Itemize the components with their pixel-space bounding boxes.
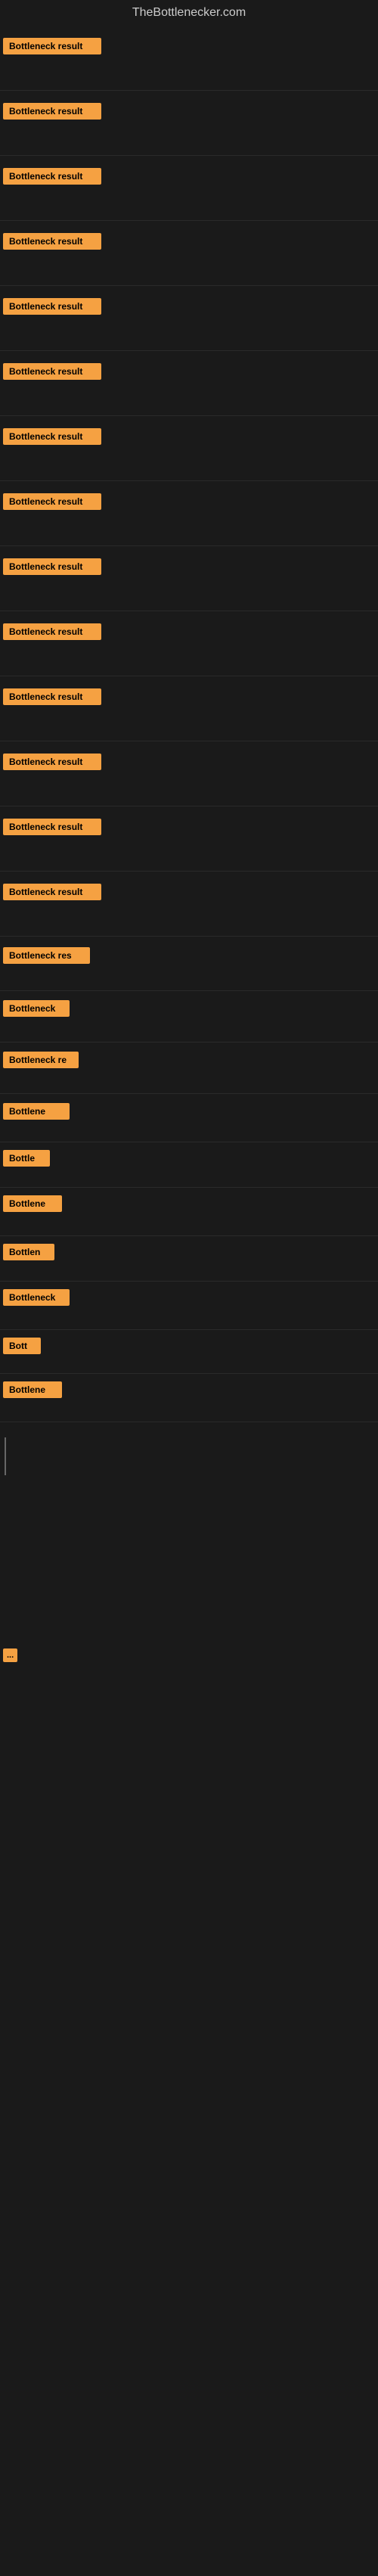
bottleneck-badge[interactable]: Bottleneck result <box>3 558 101 575</box>
list-item: Bottleneck result <box>0 872 378 937</box>
list-item: Bottleneck <box>0 1282 378 1330</box>
spacer-1 <box>0 1490 378 1642</box>
list-item: Bottle <box>0 1142 378 1188</box>
bottleneck-badge[interactable]: Bottleneck result <box>3 819 101 835</box>
spacer-2 <box>0 1668 378 1971</box>
vertical-divider <box>0 1422 378 1490</box>
list-item: Bottleneck result <box>0 351 378 416</box>
bottleneck-badge[interactable]: Bottleneck res <box>3 947 90 964</box>
bottleneck-badge[interactable]: Bottleneck <box>3 1000 70 1017</box>
bottleneck-badge[interactable]: Bottleneck result <box>3 363 101 380</box>
list-item: Bottleneck result <box>0 26 378 91</box>
spacer-4 <box>0 2273 378 2576</box>
bottleneck-badge[interactable]: Bottleneck result <box>3 493 101 510</box>
small-bottleneck-badge[interactable]: ... <box>3 1648 17 1662</box>
list-item: Bottleneck result <box>0 741 378 806</box>
list-item: Bottleneck re <box>0 1043 378 1094</box>
page-wrapper: TheBottlenecker.com Bottleneck result Bo… <box>0 0 378 2576</box>
bottleneck-badge[interactable]: Bottlene <box>3 1103 70 1120</box>
list-item: Bottleneck result <box>0 91 378 156</box>
bottleneck-badge[interactable]: Bottleneck result <box>3 233 101 250</box>
list-item: Bottlen <box>0 1236 378 1282</box>
bottleneck-badge[interactable]: Bottlene <box>3 1381 62 1398</box>
bottleneck-badge[interactable]: Bottleneck result <box>3 688 101 705</box>
bottleneck-badge[interactable]: Bottleneck result <box>3 103 101 120</box>
list-item: Bottleneck result <box>0 286 378 351</box>
list-item: Bottleneck result <box>0 156 378 221</box>
bottleneck-badge[interactable]: Bottleneck result <box>3 298 101 315</box>
bottleneck-badge[interactable]: Bottleneck re <box>3 1052 79 1068</box>
bottleneck-badge[interactable]: Bottleneck result <box>3 168 101 185</box>
list-item: Bottleneck res <box>0 937 378 991</box>
bottleneck-badge[interactable]: Bottleneck result <box>3 754 101 770</box>
small-badge-area: ... <box>0 1642 378 1668</box>
list-item: Bott <box>0 1330 378 1374</box>
list-item: Bottleneck result <box>0 481 378 546</box>
list-item: Bottleneck result <box>0 676 378 741</box>
list-item: Bottleneck result <box>0 546 378 611</box>
list-item: Bottleneck <box>0 991 378 1043</box>
bottleneck-badge[interactable]: Bottleneck result <box>3 623 101 640</box>
bottleneck-badge[interactable]: Bottleneck result <box>3 884 101 900</box>
list-item: Bottleneck result <box>0 416 378 481</box>
bottleneck-badge[interactable]: Bott <box>3 1338 41 1354</box>
list-item: Bottlene <box>0 1188 378 1236</box>
bottleneck-badge[interactable]: Bottle <box>3 1150 50 1167</box>
list-item: Bottleneck result <box>0 221 378 286</box>
list-item: Bottleneck result <box>0 806 378 872</box>
bottleneck-badge[interactable]: Bottleneck result <box>3 38 101 54</box>
site-title: TheBottlenecker.com <box>0 0 378 26</box>
bottleneck-badge[interactable]: Bottlene <box>3 1195 62 1212</box>
spacer-3 <box>0 1971 378 2273</box>
bottleneck-badge[interactable]: Bottleneck result <box>3 428 101 445</box>
list-item: Bottleneck result <box>0 611 378 676</box>
list-item: Bottlene <box>0 1094 378 1142</box>
list-item: Bottlene <box>0 1374 378 1422</box>
bottleneck-badge[interactable]: Bottlen <box>3 1244 54 1260</box>
bottleneck-badge[interactable]: Bottleneck <box>3 1289 70 1306</box>
